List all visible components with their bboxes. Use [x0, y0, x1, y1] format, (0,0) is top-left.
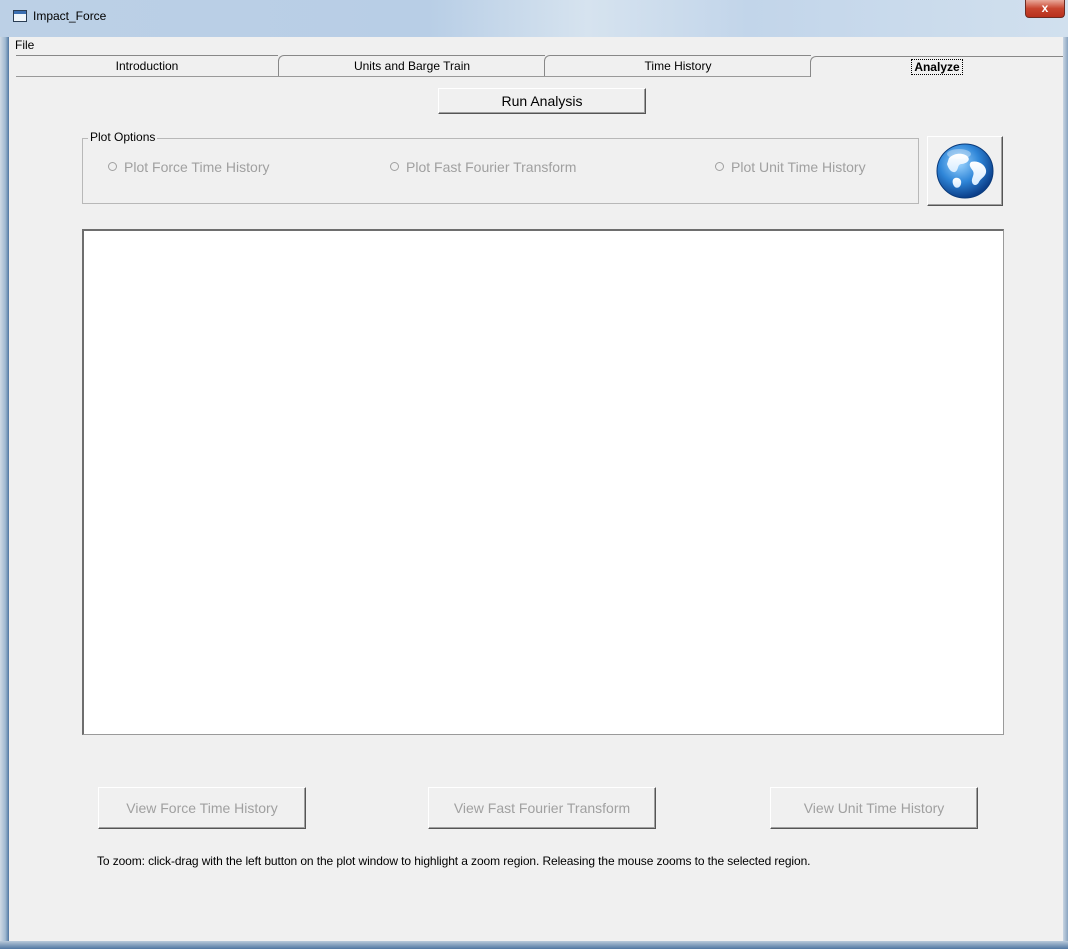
tab-time-history[interactable]: Time History — [544, 55, 811, 76]
window-frame-right — [1063, 0, 1068, 949]
plot-options-legend: Plot Options — [88, 130, 158, 144]
radio-circle-icon — [390, 162, 399, 171]
view-unit-time-history-button[interactable]: View Unit Time History — [770, 787, 978, 829]
tab-analyze-label: Analyze — [911, 59, 963, 75]
view-fast-fourier-transform-button[interactable]: View Fast Fourier Transform — [428, 787, 656, 829]
radio-plot-force-time-history[interactable]: Plot Force Time History — [108, 159, 269, 175]
tab-analyze[interactable]: Analyze — [810, 56, 1063, 77]
window-frame-bottom — [0, 941, 1068, 949]
zoom-instructions: To zoom: click-drag with the left button… — [97, 854, 811, 868]
close-button[interactable]: x — [1025, 0, 1065, 18]
run-analysis-button[interactable]: Run Analysis — [438, 88, 646, 114]
title-bar[interactable]: Impact_Force x — [0, 0, 1068, 37]
view-force-time-history-button[interactable]: View Force Time History — [98, 787, 306, 829]
window-frame-left — [0, 0, 9, 949]
tab-units-and-barge-train[interactable]: Units and Barge Train — [278, 55, 545, 76]
plot-window[interactable] — [82, 229, 1004, 735]
radio-label: Plot Unit Time History — [731, 159, 866, 175]
app-icon — [13, 10, 27, 22]
menu-file[interactable]: File — [11, 37, 38, 53]
app-window: Impact_Force x File Introduction Units a… — [0, 0, 1068, 949]
tab-strip: Introduction Units and Barge Train Time … — [16, 55, 1066, 77]
radio-circle-icon — [108, 162, 117, 171]
radio-circle-icon — [715, 162, 724, 171]
globe-icon — [936, 143, 994, 199]
menu-bar: File — [9, 37, 1063, 54]
radio-label: Plot Force Time History — [124, 159, 270, 175]
tab-divider — [16, 76, 810, 77]
tab-introduction[interactable]: Introduction — [16, 55, 278, 76]
globe-button[interactable] — [927, 136, 1003, 206]
radio-plot-unit-time-history[interactable]: Plot Unit Time History — [715, 159, 866, 175]
radio-label: Plot Fast Fourier Transform — [406, 159, 577, 175]
window-title: Impact_Force — [33, 9, 107, 23]
radio-plot-fft[interactable]: Plot Fast Fourier Transform — [390, 159, 576, 175]
